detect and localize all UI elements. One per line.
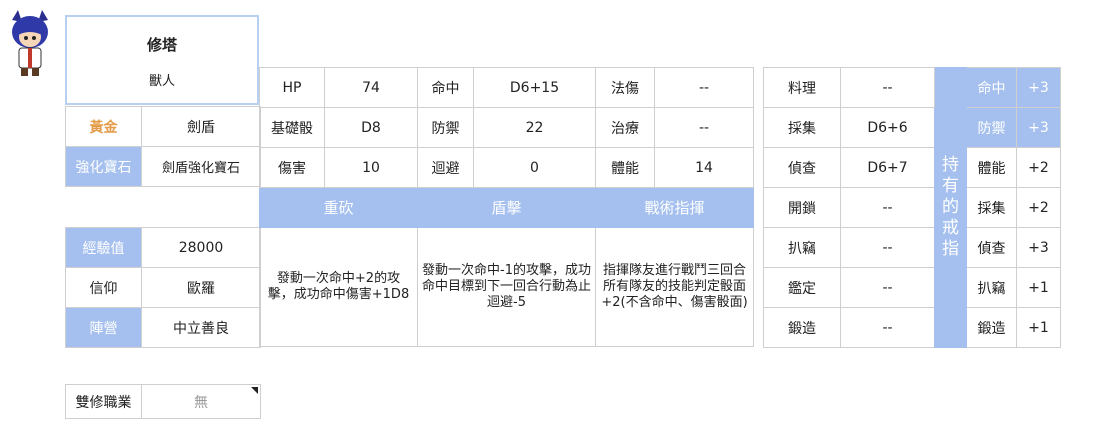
stat-value: 14 (654, 147, 754, 188)
character-name: 修塔 (146, 36, 177, 54)
stat-label: 治療 (595, 107, 655, 148)
gem-label: 強化寶石 (65, 146, 142, 187)
ability-value: -- (840, 267, 935, 308)
ability-label: 開鎖 (763, 187, 841, 228)
dual-class-table: 雙修職業 無 (65, 384, 261, 419)
stat-label: 傷害 (259, 147, 325, 188)
ability-label: 扒竊 (763, 227, 841, 268)
ring-bonus-value: +3 (1016, 67, 1061, 108)
stat-label: 法傷 (595, 67, 655, 108)
stat-label: HP (259, 67, 325, 108)
exp-value: 28000 (141, 227, 261, 268)
ability-value: -- (840, 67, 935, 108)
ring-bonus-label: 命中 (966, 67, 1017, 108)
character-race: 獸人 (148, 74, 175, 89)
character-avatar-icon (4, 10, 56, 78)
ring-bonus-value: +1 (1016, 307, 1061, 348)
exp-label: 經驗值 (65, 227, 142, 268)
ability-label: 偵查 (763, 147, 841, 188)
ring-bonus-label: 體能 (966, 147, 1017, 188)
alignment-value: 中立善良 (141, 307, 261, 348)
stat-value: -- (654, 107, 754, 148)
ring-bonus-label: 防禦 (966, 107, 1017, 148)
stat-value: -- (654, 67, 754, 108)
alignment-label: 陣營 (65, 307, 142, 348)
stat-value: D6+15 (473, 67, 596, 108)
stat-label: 防禦 (417, 107, 474, 148)
stat-label: 命中 (417, 67, 474, 108)
info-table: 經驗值 28000 信仰 歐羅 陣營 中立善良 (65, 227, 261, 348)
dual-class-value: 無 (194, 394, 208, 411)
ring-bonus-value: +2 (1016, 187, 1061, 228)
stat-value: 22 (473, 107, 596, 148)
stats-table: HP 74 命中 D6+15 法傷 -- 基礎骰 D8 防禦 22 治療 -- … (259, 67, 754, 347)
ring-bonus-value: +3 (1016, 107, 1061, 148)
faith-value: 歐羅 (141, 267, 261, 308)
stat-value: 74 (324, 67, 418, 108)
ability-value: -- (840, 307, 935, 348)
ring-bonus-label: 採集 (966, 187, 1017, 228)
abilities-table: 料理 -- 持有的戒指 命中 +3 採集 D6+6 防禦 +3 偵查 D6+7 … (763, 67, 1061, 348)
class-table: 黃金 劍盾 強化寶石 劍盾強化寶石 (65, 106, 261, 187)
rank-label: 黃金 (65, 106, 142, 147)
weapon-value: 劍盾 (141, 106, 261, 147)
ability-label: 鑑定 (763, 267, 841, 308)
ring-title-text: 持有的戒指 (942, 155, 959, 259)
gem-value: 劍盾強化寶石 (141, 146, 261, 187)
ring-title: 持有的戒指 (934, 67, 967, 348)
skill-name: 重砍 (259, 187, 418, 228)
stat-value: 10 (324, 147, 418, 188)
ring-bonus-label: 扒竊 (966, 267, 1017, 308)
ability-value: D6+7 (840, 147, 935, 188)
faith-label: 信仰 (65, 267, 142, 308)
skill-name: 戰術指揮 (595, 187, 754, 228)
skill-description: 指揮隊友進行戰鬥三回合所有隊友的技能判定骰面+2(不含命中、傷害骰面) (595, 227, 754, 347)
ability-value: -- (840, 227, 935, 268)
skill-name: 盾擊 (417, 187, 596, 228)
ring-bonus-value: +2 (1016, 147, 1061, 188)
ability-label: 採集 (763, 107, 841, 148)
dual-class-select[interactable]: 無 (141, 384, 261, 419)
ability-label: 料理 (763, 67, 841, 108)
stat-label: 迴避 (417, 147, 474, 188)
stat-value: 0 (473, 147, 596, 188)
stat-value: D8 (324, 107, 418, 148)
skill-description: 發動一次命中-1的攻擊，成功命中目標到下一回合行動為止迴避-5 (417, 227, 596, 347)
stat-label: 基礎骰 (259, 107, 325, 148)
ability-value: D6+6 (840, 107, 935, 148)
ability-value: -- (840, 187, 935, 228)
character-name-card: 修塔 獸人 (65, 15, 259, 105)
ring-bonus-label: 鍛造 (966, 307, 1017, 348)
ring-bonus-value: +3 (1016, 227, 1061, 268)
dual-class-label: 雙修職業 (65, 384, 142, 419)
ring-bonus-label: 偵查 (966, 227, 1017, 268)
stat-label: 體能 (595, 147, 655, 188)
ability-label: 鍛造 (763, 307, 841, 348)
skill-description: 發動一次命中+2的攻擊，成功命中傷害+1D8 (259, 227, 418, 347)
ring-bonus-value: +1 (1016, 267, 1061, 308)
